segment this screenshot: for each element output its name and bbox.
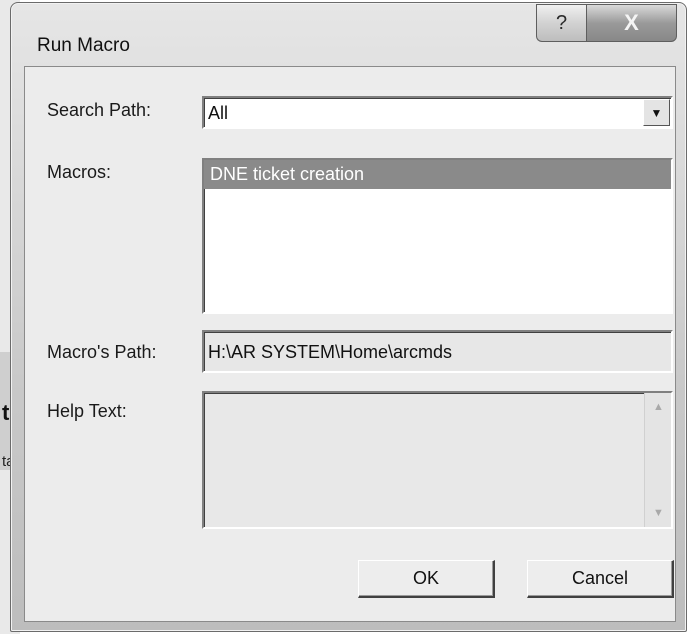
background-text-fragment: t [2,400,10,425]
title-bar[interactable]: Run Macro ? X [11,3,686,67]
chevron-down-icon[interactable]: ▼ [643,99,670,126]
list-item[interactable]: DNE ticket creation [204,160,671,189]
title-bar-buttons: ? X [536,4,677,42]
dialog-body: Search Path: All ▼ Macros: DNE ticket cr… [24,66,676,622]
help-button[interactable]: ? [536,4,586,42]
scroll-down-icon[interactable]: ▼ [645,501,672,525]
search-path-combobox[interactable]: All ▼ [202,96,673,129]
macro-path-field: H:\AR SYSTEM\Home\arcmds [202,330,673,373]
search-path-label: Search Path: [47,100,152,120]
dialog-title: Run Macro [37,35,130,56]
help-text-scrollbar[interactable]: ▲ ▼ [644,393,671,527]
macro-path-value: H:\AR SYSTEM\Home\arcmds [208,342,453,362]
ok-button[interactable]: OK [358,560,495,598]
macros-label: Macros: [47,162,112,182]
help-icon: ? [555,11,568,34]
help-text-area[interactable]: ▲ ▼ [202,391,673,529]
run-macro-dialog: Run Macro ? X Search Path: All ▼ Macros:… [10,2,687,632]
cancel-button[interactable]: Cancel [527,560,674,598]
close-icon: X [624,10,639,35]
close-button[interactable]: X [586,4,677,42]
macro-path-label: Macro's Path: [47,342,157,362]
help-text-label: Help Text: [47,401,127,421]
search-path-value: All [208,103,229,123]
macros-listbox[interactable]: DNE ticket creation [202,158,673,314]
scroll-up-icon[interactable]: ▲ [645,395,672,419]
